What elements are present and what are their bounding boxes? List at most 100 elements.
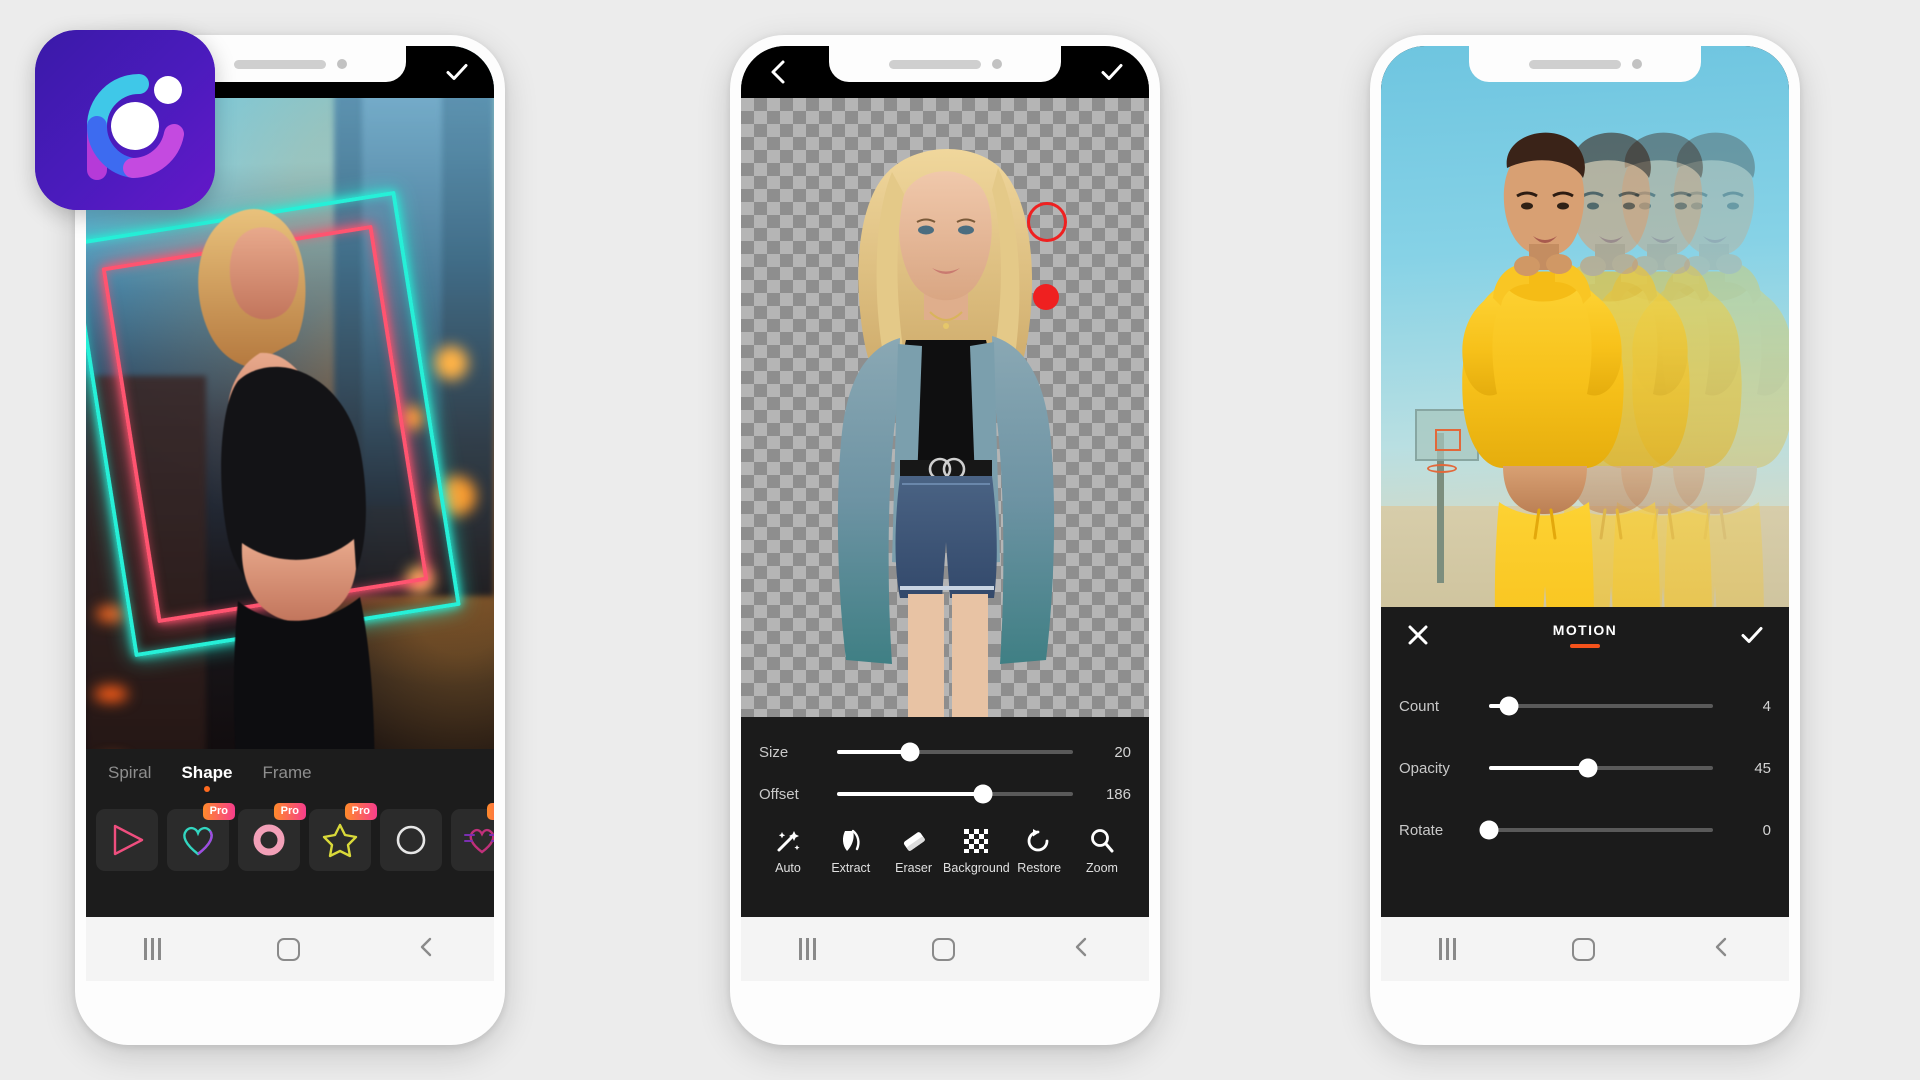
phone3-notch	[1469, 46, 1701, 82]
count-slider-row[interactable]: Count 4	[1381, 675, 1789, 737]
shape-thumbnail-row: Pro Pro Pro	[86, 803, 494, 871]
phone2-notch	[829, 46, 1061, 82]
opacity-slider-knob[interactable]	[1578, 758, 1598, 778]
home-icon[interactable]	[1572, 937, 1595, 961]
size-slider-row[interactable]: Size 20	[741, 731, 1149, 773]
home-icon[interactable]	[932, 937, 955, 961]
shape-item-heart[interactable]: Pro	[167, 803, 235, 871]
tool-background[interactable]: Background	[943, 827, 1010, 875]
recents-icon[interactable]	[1439, 938, 1456, 960]
tab-shape[interactable]: Shape	[181, 763, 232, 792]
motion-slider-list: Count 4 Opacity 45 Rotate 0	[1381, 663, 1789, 861]
pro-badge: Pro	[344, 803, 377, 821]
phone2-tool-panel: Size 20 Offset 186 Auto Extract Eraser B…	[741, 717, 1149, 917]
phone1-tab-strip: Spiral Shape Frame	[86, 749, 494, 805]
ring-icon	[253, 824, 285, 856]
phone1-tool-panel: Spiral Shape Frame Pro Pro Pro	[86, 749, 494, 917]
shape-item-heart-streak[interactable]: Pro	[451, 803, 494, 871]
size-slider-track[interactable]	[837, 742, 1073, 762]
recents-icon[interactable]	[144, 938, 161, 960]
magnifier-icon	[1089, 827, 1115, 855]
confirm-check-icon[interactable]	[440, 55, 474, 89]
earpiece-speaker	[888, 59, 981, 69]
tool-restore-label: Restore	[1017, 861, 1062, 875]
motion-title-wrap: MOTION	[1553, 622, 1617, 648]
pro-badge: Pro	[202, 803, 235, 821]
shape-item-triangle[interactable]	[96, 809, 158, 871]
tool-eraser-label: Eraser	[895, 861, 932, 875]
star-icon	[322, 823, 358, 858]
close-icon[interactable]	[1401, 618, 1435, 652]
tool-restore[interactable]: Restore	[1008, 827, 1070, 875]
recents-icon[interactable]	[799, 938, 816, 960]
front-camera	[1631, 59, 1642, 69]
back-icon[interactable]	[416, 936, 436, 963]
size-slider-label: Size	[759, 743, 789, 761]
tool-zoom-label: Zoom	[1086, 861, 1118, 875]
opacity-slider-row[interactable]: Opacity 45	[1381, 737, 1789, 799]
restore-icon	[1026, 827, 1052, 855]
tab-spiral[interactable]: Spiral	[108, 763, 151, 792]
offset-slider-knob[interactable]	[973, 784, 993, 804]
shape-item-ring[interactable]: Pro	[238, 803, 306, 871]
motion-panel-header: MOTION	[1381, 607, 1789, 663]
count-slider-knob[interactable]	[1499, 696, 1519, 716]
circle-icon	[396, 825, 426, 855]
tool-zoom[interactable]: Zoom	[1071, 827, 1133, 875]
earpiece-speaker	[1528, 59, 1621, 69]
tool-eraser[interactable]: Eraser	[883, 827, 945, 875]
count-slider-value: 4	[1762, 697, 1771, 715]
heart-icon	[183, 826, 213, 856]
shape-item-circle[interactable]	[380, 809, 442, 871]
eraser-icon	[901, 827, 927, 855]
front-camera	[991, 59, 1002, 69]
opacity-slider-track[interactable]	[1489, 758, 1713, 778]
phone3-screen: MOTION Count 4 Opacity 45 Rotate 0	[1381, 46, 1789, 981]
size-slider-knob[interactable]	[900, 742, 920, 762]
motion-title: MOTION	[1552, 622, 1618, 638]
checkerboard-icon	[963, 827, 989, 855]
offset-slider-track[interactable]	[837, 784, 1073, 804]
confirm-check-icon[interactable]	[1095, 55, 1129, 89]
rotate-slider-knob[interactable]	[1479, 820, 1499, 840]
back-icon[interactable]	[1711, 936, 1731, 963]
back-icon[interactable]	[1071, 936, 1091, 963]
bokeh-light	[96, 606, 126, 622]
tool-background-label: Background	[943, 861, 1010, 875]
back-chevron-icon[interactable]	[761, 55, 795, 89]
earpiece-speaker	[233, 59, 326, 69]
brush-size-indicator	[1027, 202, 1067, 242]
confirm-check-icon[interactable]	[1735, 618, 1769, 652]
tool-auto[interactable]: Auto	[757, 827, 819, 875]
rotate-slider-value: 0	[1762, 821, 1771, 839]
bokeh-light	[94, 686, 128, 702]
pen-icon	[838, 827, 864, 855]
brush-cursor-dot	[1033, 284, 1059, 310]
tool-auto-label: Auto	[775, 861, 801, 875]
opacity-slider-value: 45	[1754, 759, 1771, 777]
size-slider-value: 20	[1114, 743, 1131, 761]
phone2-screen: Size 20 Offset 186 Auto Extract Eraser B…	[741, 46, 1149, 981]
opacity-slider-label: Opacity	[1399, 759, 1450, 777]
magic-wand-icon	[775, 827, 801, 855]
tab-frame[interactable]: Frame	[263, 763, 312, 792]
rotate-slider-track[interactable]	[1479, 820, 1713, 840]
home-icon[interactable]	[277, 937, 300, 961]
triangle-icon	[113, 824, 144, 856]
offset-slider-row[interactable]: Offset 186	[741, 773, 1149, 815]
rotate-slider-row[interactable]: Rotate 0	[1381, 799, 1789, 861]
phone-motion-effect: MOTION Count 4 Opacity 45 Rotate 0	[1370, 35, 1800, 1045]
rotate-slider-label: Rotate	[1399, 821, 1444, 839]
offset-slider-value: 186	[1105, 785, 1131, 803]
phone2-tool-row: Auto Extract Eraser Background Restore Z…	[741, 815, 1149, 875]
tool-extract[interactable]: Extract	[820, 827, 882, 875]
size-slider-fill	[837, 750, 911, 754]
phone1-android-navbar	[86, 917, 494, 981]
opacity-slider-fill	[1489, 766, 1588, 770]
heart-streak-icon	[464, 828, 494, 854]
count-slider-track[interactable]	[1489, 696, 1713, 716]
count-slider-label: Count	[1399, 697, 1440, 715]
active-indicator	[1570, 644, 1600, 648]
shape-item-star[interactable]: Pro	[309, 803, 377, 871]
phone3-motion-panel: MOTION Count 4 Opacity 45 Rotate 0	[1381, 607, 1789, 917]
